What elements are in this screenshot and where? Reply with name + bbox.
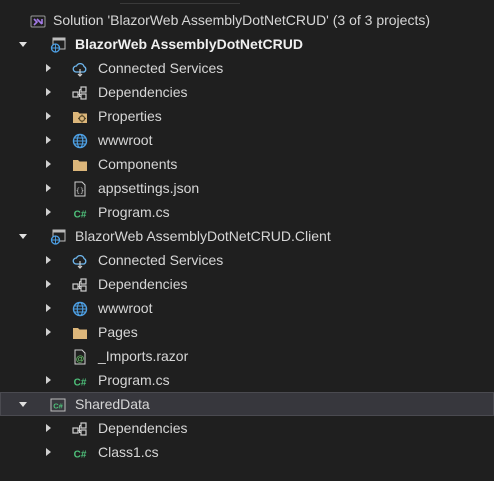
csharp-file-icon: C# (72, 372, 88, 389)
tree-item-label: Components (98, 156, 178, 172)
properties-folder-icon (72, 108, 88, 124)
tree-item-label: Connected Services (98, 60, 224, 76)
tree-item[interactable]: Components (0, 152, 494, 176)
tree-item-label: Dependencies (98, 84, 188, 100)
tree-item-label: Program.cs (98, 204, 170, 220)
dependencies-icon (72, 276, 88, 292)
collapsed-arrow-icon[interactable] (42, 320, 54, 344)
tree-item-label: Pages (98, 324, 138, 340)
tree-item[interactable]: Connected Services (0, 56, 494, 80)
csharp-project-icon: C# (50, 396, 66, 412)
collapsed-arrow-icon[interactable] (42, 80, 54, 104)
visual-studio-solution-icon (30, 12, 46, 28)
project-label: SharedData (75, 396, 150, 412)
web-project-icon (50, 228, 66, 245)
tree-item-label: Connected Services (98, 252, 224, 268)
globe-icon (72, 132, 88, 149)
tree-item[interactable]: Dependencies (0, 416, 494, 440)
tree-item[interactable]: Pages (0, 320, 494, 344)
collapsed-arrow-icon[interactable] (42, 200, 54, 224)
csharp-file-icon: C# (72, 444, 88, 461)
dependencies-icon (72, 84, 88, 100)
globe-icon (72, 300, 88, 317)
folder-icon (72, 156, 88, 172)
dependencies-icon (72, 420, 88, 436)
collapsed-arrow-icon[interactable] (42, 416, 54, 440)
collapsed-arrow-icon[interactable] (42, 272, 54, 296)
tree-item-label: appsettings.json (98, 180, 200, 196)
collapsed-arrow-icon[interactable] (42, 248, 54, 272)
csharp-file-icon: C# (72, 204, 88, 221)
project-node[interactable]: BlazorWeb AssemblyDotNetCRUD.Client (0, 224, 494, 248)
collapsed-arrow-icon[interactable] (42, 368, 54, 392)
tree-item[interactable]: C# Program.cs (0, 200, 494, 224)
tree-item[interactable]: {} appsettings.json (0, 176, 494, 200)
tree-item[interactable]: C# Program.cs (0, 368, 494, 392)
tree-item-label: _Imports.razor (98, 348, 189, 364)
solution-tree[interactable]: Solution 'BlazorWeb AssemblyDotNetCRUD' … (0, 8, 494, 464)
tree-item[interactable]: Properties (0, 104, 494, 128)
expanded-arrow-icon[interactable] (17, 392, 29, 416)
project-node[interactable]: C# SharedData (0, 392, 494, 416)
previous-content-strip (0, 0, 494, 6)
tree-item-label: Program.cs (98, 372, 170, 388)
connected-services-icon (72, 60, 88, 77)
tree-item[interactable]: wwwroot (0, 296, 494, 320)
solution-explorer-panel: Solution 'BlazorWeb AssemblyDotNetCRUD' … (0, 0, 494, 481)
tree-item[interactable]: Dependencies (0, 80, 494, 104)
collapsed-arrow-icon[interactable] (42, 152, 54, 176)
project-label: BlazorWeb AssemblyDotNetCRUD (75, 36, 303, 52)
svg-text:@: @ (76, 354, 84, 364)
tree-item-label: Properties (98, 108, 162, 124)
tree-item[interactable]: Connected Services (0, 248, 494, 272)
tree-item[interactable]: Dependencies (0, 272, 494, 296)
svg-text:C#: C# (74, 450, 87, 461)
razor-file-icon: @ (72, 348, 88, 365)
project-label: BlazorWeb AssemblyDotNetCRUD.Client (75, 228, 331, 244)
collapsed-arrow-icon[interactable] (42, 176, 54, 200)
connected-services-icon (72, 252, 88, 269)
web-project-icon (50, 36, 66, 53)
collapsed-arrow-icon[interactable] (42, 296, 54, 320)
solution-node[interactable]: Solution 'BlazorWeb AssemblyDotNetCRUD' … (0, 8, 494, 32)
svg-text:C#: C# (53, 402, 63, 411)
folder-icon (72, 324, 88, 340)
expanded-arrow-icon[interactable] (17, 32, 29, 56)
tree-item[interactable]: wwwroot (0, 128, 494, 152)
tree-item-label: Dependencies (98, 420, 188, 436)
svg-text:C#: C# (74, 378, 87, 389)
tree-item-label: Class1.cs (98, 444, 159, 460)
collapsed-arrow-icon[interactable] (42, 56, 54, 80)
tree-item-label: wwwroot (98, 300, 153, 316)
tree-item[interactable]: @ _Imports.razor (0, 344, 494, 368)
expanded-arrow-icon[interactable] (17, 224, 29, 248)
tree-item[interactable]: C# Class1.cs (0, 440, 494, 464)
collapsed-arrow-icon[interactable] (42, 104, 54, 128)
project-node[interactable]: BlazorWeb AssemblyDotNetCRUD (0, 32, 494, 56)
svg-text:{}: {} (76, 187, 84, 195)
svg-text:C#: C# (74, 210, 87, 221)
collapsed-arrow-icon[interactable] (42, 128, 54, 152)
collapsed-arrow-icon[interactable] (42, 440, 54, 464)
clipped-fragment (120, 0, 240, 4)
tree-item-label: Dependencies (98, 276, 188, 292)
tree-item-label: wwwroot (98, 132, 153, 148)
solution-label: Solution 'BlazorWeb AssemblyDotNetCRUD' … (53, 12, 431, 28)
json-file-icon: {} (72, 180, 88, 197)
